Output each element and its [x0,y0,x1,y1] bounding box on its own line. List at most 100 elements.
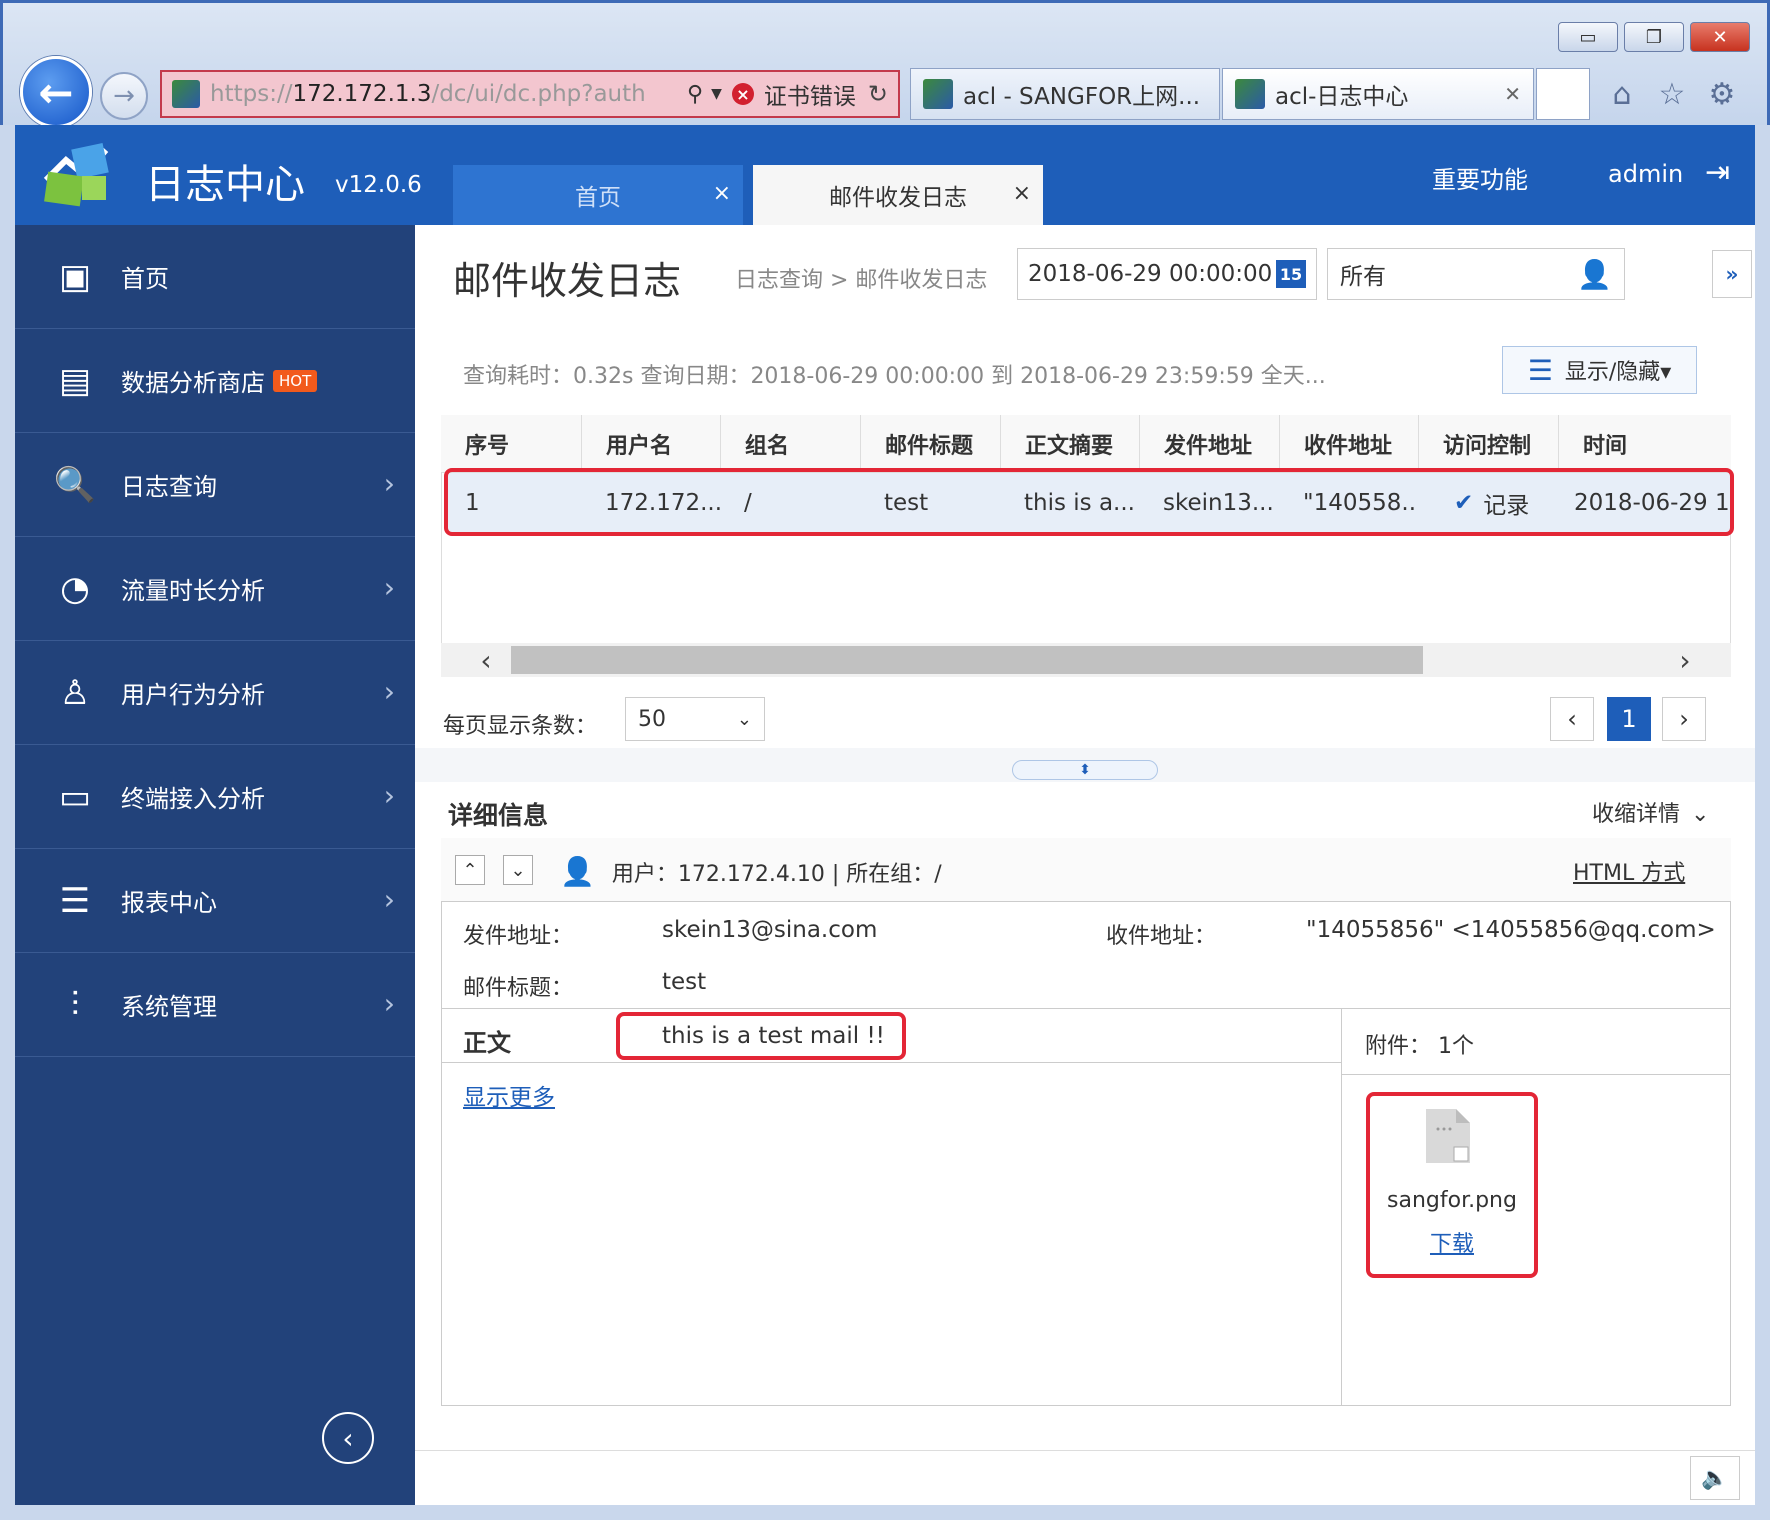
close-tab-icon[interactable]: ✕ [1504,82,1521,106]
search-icon[interactable]: ⚲ [687,82,703,107]
collapse-detail-label: 收缩详情 [1592,802,1681,827]
resize-splitter-handle[interactable]: ⬍ [1012,760,1158,780]
to-value: "14055856" <14055856@qq.com> [1306,917,1716,943]
column-header-time[interactable]: 时间 [1558,415,1731,473]
chevron-right-icon: › [383,467,395,500]
from-value: skein13@sina.com [662,917,878,943]
expand-panel-button[interactable]: » [1712,250,1752,298]
sidebar-item-user-behavior[interactable]: ♙ 用户行为分析 › [15,641,415,745]
user-filter-select[interactable]: 所有 👤 [1327,248,1625,300]
next-page-button[interactable]: › [1662,697,1706,741]
query-info: 查询耗时：0.32s 查询日期：2018-06-29 00:00:00 到 20… [463,364,1326,389]
person-icon[interactable]: 👤 [1577,258,1612,291]
back-button[interactable]: ← [20,56,92,128]
tab-mail-log[interactable]: 邮件收发日志 × [753,165,1043,225]
app-version: v12.0.6 [335,172,422,198]
chevron-right-icon: › [383,779,395,812]
cert-error-label[interactable]: 证书错误 [764,77,856,111]
sidebar-item-system[interactable]: ⫶ 系统管理 › [15,953,415,1057]
sidebar-item-label: 用户行为分析 [121,681,265,709]
sidebar-item-log-search[interactable]: 🔍 日志查询 › [15,433,415,537]
chevron-right-icon: › [383,883,395,916]
prev-page-button[interactable]: ‹ [1550,697,1594,741]
home-icon[interactable]: ⌂ [1604,76,1640,112]
sidebar-item-label: 数据分析商店 [121,369,265,397]
restore-button[interactable]: ❐ [1624,22,1684,52]
browser-tab-log-center[interactable]: acl-日志中心 ✕ [1222,68,1534,120]
sidebar-item-store[interactable]: ▤ 数据分析商店 HOT [15,329,415,433]
sidebar-item-traffic[interactable]: ◔ 流量时长分析 › [15,537,415,641]
app-title: 日志中心 [145,162,305,208]
chevron-right-icon: › [1679,705,1689,733]
collapse-sidebar-button[interactable]: ‹ [322,1412,374,1464]
column-header-username[interactable]: 用户名 [581,415,720,473]
address-bar[interactable]: https://172.172.1.3/dc/ui/dc.php?auth ⚲ … [160,70,900,118]
scrollbar-thumb[interactable] [511,646,1423,674]
from-label: 发件地址： [463,924,574,949]
body-label: 正文 [463,1029,511,1057]
prev-record-button[interactable]: ⌃ [455,855,485,885]
sidebar-item-terminal[interactable]: ▭ 终端接入分析 › [15,745,415,849]
dropdown-icon[interactable]: ▼ [711,86,722,102]
logout-icon[interactable]: ⇥ [1705,155,1739,195]
date-input[interactable]: 2018-06-29 00:00:00 15 [1017,248,1317,300]
close-tab-icon[interactable]: × [713,181,731,206]
page-number-button[interactable]: 1 [1607,697,1651,741]
chevron-down-icon: ⌄ [736,708,752,730]
column-header-index[interactable]: 序号 [441,415,581,473]
app-logo-icon [43,143,109,207]
tab-home[interactable]: 首页 × [453,165,743,225]
new-tab-button[interactable] [1536,68,1590,120]
minimize-button[interactable]: ▭ [1558,22,1618,52]
important-features-link[interactable]: 重要功能 [1432,160,1528,195]
column-header-subject[interactable]: 邮件标题 [860,415,1000,473]
row-highlight-box [444,468,1734,536]
list-icon: ☰ [1527,353,1553,387]
attachment-file-name: sangfor.png [1387,1188,1517,1213]
chevron-left-icon: ‹ [342,1421,354,1455]
address-url[interactable]: https://172.172.1.3/dc/ui/dc.php?auth [210,81,681,107]
next-record-button[interactable]: ⌄ [503,855,533,885]
column-header-to[interactable]: 收件地址 [1279,415,1418,473]
admin-user[interactable]: admin [1608,160,1683,188]
sidebar-item-label: 报表中心 [121,889,217,917]
browser-tab-acl[interactable]: acl - SANGFOR上网... [910,68,1220,120]
show-hide-columns-button[interactable]: ☰ 显示/隐藏▾ [1502,346,1697,394]
calendar-icon[interactable]: 15 [1276,260,1306,288]
refresh-icon[interactable]: ↻ [868,80,888,108]
favorites-star-icon[interactable]: ☆ [1654,76,1690,112]
column-header-group[interactable]: 组名 [720,415,860,473]
settings-gear-icon[interactable]: ⚙ [1704,76,1740,112]
detail-user-info: 👤 用户：172.172.4.10 | 所在组：/ [560,855,942,888]
collapse-detail-button[interactable]: 收缩详情 ⌄ [1592,796,1709,828]
close-tab-icon[interactable]: × [1013,181,1031,206]
forward-button[interactable]: → [100,72,148,120]
file-icon[interactable] [1424,1107,1472,1165]
body-highlight-box [616,1012,906,1060]
log-search-icon: 🔍 [53,464,97,505]
per-page-select[interactable]: 50 ⌄ [625,697,765,741]
double-chevron-right-icon: » [1725,262,1739,286]
show-more-link[interactable]: 显示更多 [463,1078,555,1112]
bottom-bar [415,1450,1755,1505]
scroll-right-icon[interactable]: › [1665,643,1705,677]
scroll-left-icon[interactable]: ‹ [466,643,506,677]
pie-chart-icon: ◔ [60,568,90,609]
chevron-right-icon: › [383,571,395,604]
store-icon: ▤ [58,360,92,401]
per-page-label: 每页显示条数： [443,714,598,739]
sidebar-item-home[interactable]: ▣ 首页 [15,225,415,329]
report-icon: ☰ [59,880,91,921]
column-header-access[interactable]: 访问控制 [1418,415,1558,473]
sidebar-item-label: 流量时长分析 [121,577,265,605]
sidebar-item-reports[interactable]: ☰ 报表中心 › [15,849,415,953]
column-header-from[interactable]: 发件地址 [1139,415,1279,473]
divider [1341,1074,1731,1075]
detail-title: 详细信息 [448,801,549,830]
browser-tab-label: acl-日志中心 [1275,84,1409,110]
speaker-button[interactable]: 🔈 [1690,1456,1740,1500]
column-header-summary[interactable]: 正文摘要 [1000,415,1139,473]
html-mode-link[interactable]: HTML 方式 [1573,855,1685,887]
download-link[interactable]: 下载 [1366,1226,1538,1258]
close-window-button[interactable]: ✕ [1690,22,1750,52]
